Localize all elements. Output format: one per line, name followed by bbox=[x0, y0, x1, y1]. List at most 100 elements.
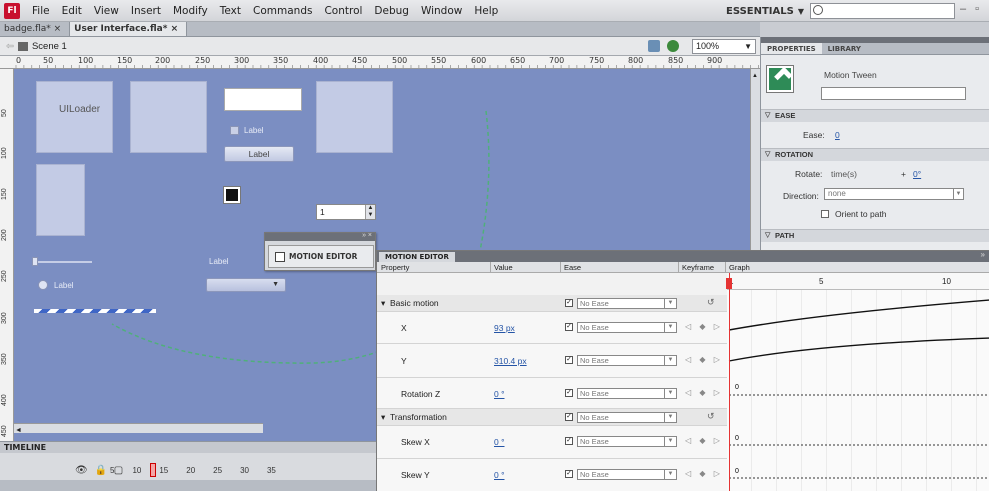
menu-edit[interactable]: Edit bbox=[56, 5, 88, 17]
menu-file[interactable]: File bbox=[26, 5, 56, 17]
property-value[interactable]: 93 px bbox=[494, 323, 515, 333]
ease-checkbox[interactable]: ✓ bbox=[565, 413, 573, 421]
zoom-select[interactable]: 100% ▼ bbox=[692, 39, 756, 54]
scrollpane-component[interactable] bbox=[36, 164, 85, 236]
button-component[interactable]: Label bbox=[224, 146, 294, 162]
ease-select-value: No Ease bbox=[580, 389, 609, 398]
edit-symbols-icon[interactable] bbox=[648, 40, 660, 52]
motion-editor-title[interactable]: MOTION EDITOR bbox=[379, 252, 455, 262]
ease-checkbox[interactable]: ✓ bbox=[565, 437, 573, 445]
keyframe-nav-icon[interactable]: ◁ ◆ ▷ bbox=[685, 355, 723, 364]
scroll-left-icon[interactable]: ◄ bbox=[14, 427, 22, 434]
layer-row[interactable] bbox=[0, 480, 376, 491]
close-icon[interactable]: × bbox=[171, 24, 179, 34]
collapse-icon[interactable]: » bbox=[981, 251, 985, 259]
section-rotation[interactable]: ▽ ROTATION bbox=[761, 148, 989, 161]
property-value[interactable]: 0 ° bbox=[494, 470, 505, 480]
motion-editor-tab[interactable]: MOTION EDITOR bbox=[268, 245, 374, 268]
rotate-degrees[interactable]: 0° bbox=[913, 169, 921, 179]
checkbox-component[interactable] bbox=[230, 126, 239, 135]
menu-insert[interactable]: Insert bbox=[125, 5, 167, 17]
menu-modify[interactable]: Modify bbox=[167, 5, 214, 17]
expand-arrow-icon[interactable]: ▾ bbox=[381, 298, 385, 309]
close-icon[interactable]: » × bbox=[362, 232, 372, 239]
tab-library[interactable]: LIBRARY bbox=[822, 43, 867, 54]
ease-checkbox[interactable]: ✓ bbox=[565, 323, 573, 331]
graph-frame-number: 5 bbox=[819, 277, 824, 286]
instance-name-input[interactable] bbox=[821, 87, 966, 100]
ease-select[interactable]: No Ease ▼ bbox=[577, 469, 677, 480]
menu-control[interactable]: Control bbox=[318, 5, 368, 17]
property-value[interactable]: 310.4 px bbox=[494, 356, 527, 366]
menu-help[interactable]: Help bbox=[468, 5, 504, 17]
uiloader-component[interactable]: UILoader bbox=[36, 81, 113, 153]
ease-select[interactable]: No Ease ▼ bbox=[577, 412, 677, 423]
workspace-switcher[interactable]: ESSENTIALS ▼ bbox=[726, 3, 804, 19]
edit-scene-icon[interactable] bbox=[667, 40, 679, 52]
reset-icon[interactable]: ↺ bbox=[707, 297, 715, 308]
keyframe-nav-icon[interactable]: ◁ ◆ ▷ bbox=[685, 388, 723, 397]
keyframe-nav-icon[interactable]: ◁ ◆ ▷ bbox=[685, 469, 723, 478]
tilelist-component[interactable] bbox=[130, 81, 207, 153]
combobox-component[interactable]: ▼ bbox=[206, 278, 286, 292]
property-value[interactable]: 0 ° bbox=[494, 389, 505, 399]
window-controls[interactable]: – ▫ bbox=[960, 3, 982, 15]
motion-graph[interactable]: 0 0 0 bbox=[727, 290, 989, 491]
graph-frame-ruler[interactable]: 1 5 10 bbox=[727, 273, 989, 290]
ease-value[interactable]: 0 bbox=[835, 130, 840, 140]
section-path[interactable]: ▽ PATH bbox=[761, 229, 989, 242]
ease-select[interactable]: No Ease ▼ bbox=[577, 355, 677, 366]
ease-checkbox[interactable]: ✓ bbox=[565, 356, 573, 364]
scroll-up-icon[interactable]: ▲ bbox=[751, 73, 758, 79]
scene-breadcrumb[interactable]: ⇦ Scene 1 bbox=[6, 41, 67, 52]
close-icon[interactable]: × bbox=[54, 24, 62, 34]
timeline-frame-numbers: 5 10 15 20 25 30 35 bbox=[110, 466, 276, 475]
ease-checkbox[interactable]: ✓ bbox=[565, 299, 573, 307]
textinput-component[interactable] bbox=[224, 88, 302, 111]
radio-button-component[interactable] bbox=[38, 280, 48, 290]
graph-playhead-handle[interactable] bbox=[726, 278, 732, 289]
ruler-tick-label: 150 bbox=[117, 56, 133, 65]
slider-track[interactable] bbox=[32, 261, 92, 263]
menu-debug[interactable]: Debug bbox=[368, 5, 415, 17]
horizontal-scrollbar[interactable]: ◄ bbox=[14, 423, 263, 434]
section-ease[interactable]: ▽ EASE bbox=[761, 109, 989, 122]
keyframe-nav-icon[interactable]: ◁ ◆ ▷ bbox=[685, 322, 723, 331]
menu-bar: Fl File Edit View Insert Modify Text Com… bbox=[0, 0, 989, 22]
tab-badge[interactable]: badge.fla* × bbox=[0, 22, 71, 36]
ease-checkbox[interactable]: ✓ bbox=[565, 389, 573, 397]
rotate-times[interactable]: time(s) bbox=[831, 169, 857, 179]
help-search-input[interactable] bbox=[810, 3, 955, 19]
property-value[interactable]: 0 ° bbox=[494, 437, 505, 447]
keyframe-nav-icon[interactable]: ◁ ◆ ▷ bbox=[685, 436, 723, 445]
timeline-panel: TIMELINE 👁 🔒 ▢ 5 10 15 20 25 30 35 bbox=[0, 441, 376, 491]
search-icon bbox=[813, 5, 823, 15]
properties-titlebar[interactable] bbox=[761, 37, 989, 43]
tab-user-interface[interactable]: User Interface.fla* × bbox=[70, 22, 188, 36]
expand-arrow-icon[interactable]: ▾ bbox=[381, 412, 385, 423]
ruler-tick-label: 850 bbox=[668, 56, 684, 65]
slider-thumb[interactable] bbox=[32, 257, 38, 266]
back-arrow-icon[interactable]: ⇦ bbox=[6, 41, 14, 52]
floating-panel-titlebar[interactable]: » × bbox=[265, 232, 375, 241]
tab-properties[interactable]: PROPERTIES bbox=[761, 43, 822, 54]
ease-select[interactable]: No Ease ▼ bbox=[577, 388, 677, 399]
graph-playhead[interactable] bbox=[729, 273, 730, 491]
floating-panel[interactable]: » × MOTION EDITOR bbox=[264, 232, 376, 271]
numeric-stepper[interactable]: 1 ▲ ▼ bbox=[316, 204, 376, 220]
ease-checkbox[interactable]: ✓ bbox=[565, 470, 573, 478]
colorpicker-component[interactable] bbox=[223, 186, 241, 204]
stepper-arrows-icon[interactable]: ▲ ▼ bbox=[365, 205, 375, 219]
menu-commands[interactable]: Commands bbox=[247, 5, 318, 17]
orient-to-path-checkbox[interactable] bbox=[821, 210, 829, 218]
menu-text[interactable]: Text bbox=[214, 5, 247, 17]
menu-window[interactable]: Window bbox=[415, 5, 468, 17]
menu-view[interactable]: View bbox=[88, 5, 125, 17]
ease-select[interactable]: No Ease ▼ bbox=[577, 298, 677, 309]
ease-select[interactable]: No Ease ▼ bbox=[577, 436, 677, 447]
reset-icon[interactable]: ↺ bbox=[707, 411, 715, 422]
list-component[interactable] bbox=[316, 81, 393, 153]
direction-select[interactable]: none ▼ bbox=[824, 188, 964, 200]
ease-select[interactable]: No Ease ▼ bbox=[577, 322, 677, 333]
ruler-tick-label: 400 bbox=[1, 394, 8, 406]
